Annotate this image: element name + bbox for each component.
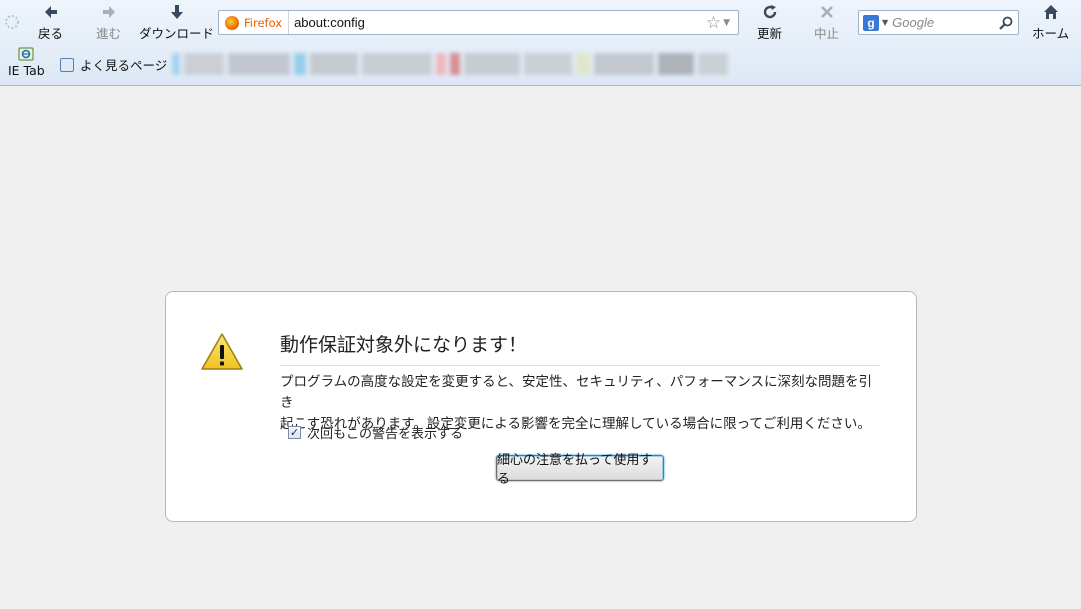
- forward-arrow-icon: [102, 6, 115, 18]
- site-identity[interactable]: Firefox: [219, 11, 290, 34]
- engine-dropdown-icon[interactable]: ▼: [882, 18, 888, 27]
- search-bar[interactable]: g ▼ Google: [858, 10, 1019, 35]
- back-arrow-icon: [44, 6, 57, 18]
- home-label: ホーム: [1032, 26, 1070, 41]
- url-input[interactable]: about:config: [289, 15, 706, 30]
- bookmark-star-icon[interactable]: ☆: [706, 13, 721, 33]
- warning-message-line: プログラムの高度な設定を変更すると、安定性、セキュリティ、パフォーマンスに深刻な…: [280, 374, 872, 411]
- search-icon[interactable]: [998, 15, 1014, 31]
- most-visited-icon: [60, 57, 74, 72]
- stop-button[interactable]: 中止: [814, 4, 839, 44]
- about-config-warning: 動作保証対象外になります！ プログラムの高度な設定を変更すると、安定性、セキュリ…: [165, 291, 917, 522]
- ie-tab-icon: [18, 47, 34, 61]
- download-arrow-icon: [170, 5, 183, 19]
- show-warning-checkbox[interactable]: ✓ 次回もこの警告を表示する: [288, 423, 463, 442]
- blurred-bookmarks: [172, 51, 784, 77]
- home-button[interactable]: ホーム: [1032, 4, 1069, 44]
- reload-label: 更新: [757, 26, 783, 41]
- search-input[interactable]: Google: [892, 15, 998, 30]
- downloads-button[interactable]: ダウンロード: [139, 4, 214, 44]
- bookmark-label: よく見るページ: [80, 58, 168, 73]
- identity-label: Firefox: [244, 15, 283, 30]
- back-label: 戻る: [38, 26, 64, 41]
- reload-icon: [763, 5, 776, 19]
- loading-throbber-icon: [5, 15, 19, 29]
- forward-label: 進む: [96, 26, 122, 41]
- downloads-label: ダウンロード: [139, 26, 215, 41]
- url-bar[interactable]: Firefox about:config ☆ ▼: [218, 10, 739, 35]
- home-icon: [1043, 5, 1058, 19]
- back-button[interactable]: 戻る: [38, 4, 63, 44]
- firefox-logo-icon: [225, 15, 239, 30]
- navigation-toolbar: 戻る 進む ダウンロード Firefox about:config ☆ ▼ 更新: [0, 0, 1081, 86]
- bookmark-most-visited[interactable]: よく見るページ: [60, 55, 167, 74]
- bookmark-label: IE Tab: [8, 63, 45, 78]
- show-warning-label[interactable]: 次回もこの警告を表示する: [307, 423, 463, 442]
- warning-title: 動作保証対象外になります！: [280, 330, 880, 366]
- stop-x-icon: [820, 6, 833, 18]
- reload-button[interactable]: 更新: [757, 4, 782, 44]
- stop-label: 中止: [814, 26, 840, 41]
- checkbox-checked-icon[interactable]: ✓: [288, 426, 301, 439]
- forward-button[interactable]: 進む: [96, 4, 121, 44]
- warning-triangle-icon: [201, 333, 243, 370]
- google-engine-icon[interactable]: g: [863, 14, 879, 31]
- bookmark-ie-tab[interactable]: IE Tab: [8, 47, 45, 78]
- history-dropdown-icon[interactable]: ▼: [723, 18, 730, 28]
- accept-risk-button[interactable]: 細心の注意を払って使用する: [496, 453, 664, 487]
